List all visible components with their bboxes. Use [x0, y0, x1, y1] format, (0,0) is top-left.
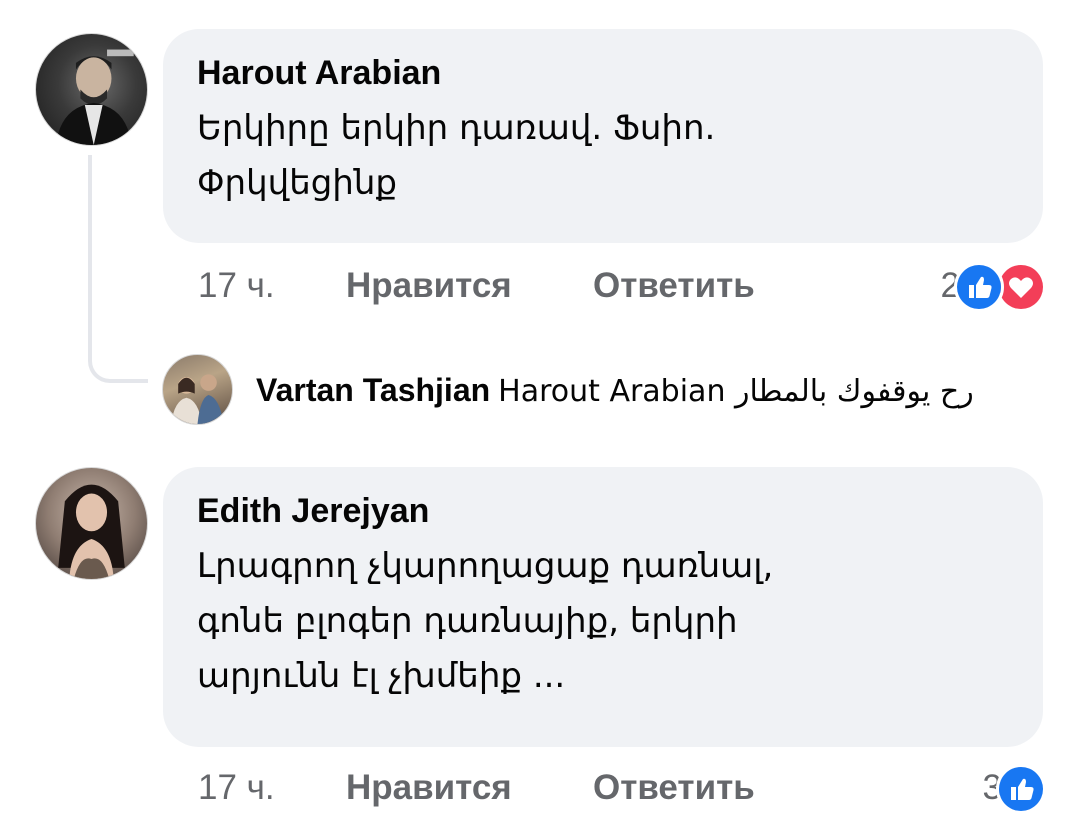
comment-bubble: Edith Jerejyan Լրագրող չկարողացաք դառնալ…: [163, 467, 1043, 747]
reply-button[interactable]: Ответить: [593, 768, 755, 808]
comment-text-line: Լրագրող չկարողացաք դառնալ,: [197, 546, 774, 586]
reply-thread-line: [88, 155, 148, 383]
comment-text: Լրագրող չկարողացաք դառնալ, գոնե բլոգեր դ…: [197, 539, 1009, 704]
comment-actions: 17 ч. Нравится Ответить 2: [198, 262, 1046, 312]
avatar-harout-arabian[interactable]: [35, 33, 148, 146]
reply-button[interactable]: Ответить: [593, 266, 755, 306]
avatar-vartan-tashjian[interactable]: [162, 354, 233, 425]
reply-preview[interactable]: Vartan Tashjian Harout Arabian رح يوقفوك …: [256, 368, 974, 412]
comment-author[interactable]: Edith Jerejyan: [197, 489, 1009, 533]
reply-author[interactable]: Vartan Tashjian: [256, 372, 490, 408]
comment-timestamp[interactable]: 17 ч.: [198, 768, 275, 808]
profile-photo-icon: [171, 374, 224, 424]
comment-timestamp[interactable]: 17 ч.: [198, 266, 275, 306]
comment-text-line: Երկիրը երկիր դառավ. Ֆսիո.: [197, 108, 716, 148]
avatar-edith-jerejyan[interactable]: [35, 467, 148, 580]
like-icon[interactable]: [954, 262, 1004, 312]
like-icon[interactable]: [996, 764, 1046, 814]
profile-photo-icon: [58, 484, 125, 579]
comment-text: Երկիրը երկիր դառավ. Ֆսիո. Փրկվեցինք: [197, 101, 1009, 211]
profile-photo-icon: [55, 49, 134, 145]
comment-text-line: արյունն էլ չխմեիք ...: [197, 656, 566, 696]
comment-author[interactable]: Harout Arabian: [197, 51, 1009, 95]
like-button[interactable]: Нравится: [346, 768, 512, 808]
reply-text: Harout Arabian رح يوقفوك بالمطار: [498, 374, 974, 409]
comment-bubble: Harout Arabian Երկիրը երկիր դառավ. Ֆսիո.…: [163, 29, 1043, 243]
comment-text-line: Փրկվեցինք: [197, 163, 398, 203]
comment-text-line: գոնե բլոգեր դառնայիք, երկրի: [197, 601, 738, 641]
comment-actions: 17 ч. Нравится Ответить 3: [198, 764, 1046, 814]
like-button[interactable]: Нравится: [346, 266, 512, 306]
